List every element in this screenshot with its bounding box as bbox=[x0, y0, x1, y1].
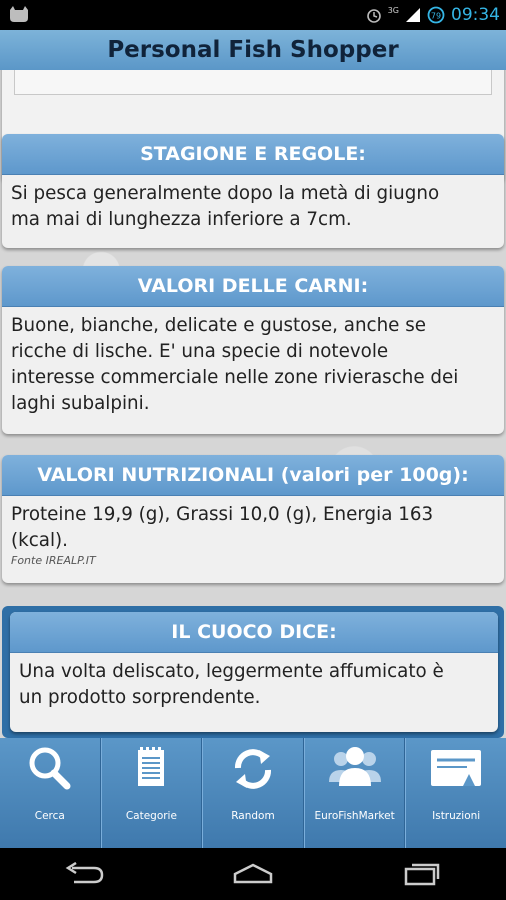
back-icon[interactable] bbox=[62, 862, 106, 886]
section-text-line: interesse commerciale nelle zone riviera… bbox=[11, 367, 459, 388]
section-header: VALORI DELLE CARNI: bbox=[2, 266, 504, 307]
tab-label: Cerca bbox=[34, 810, 65, 822]
tab-eurofishmarket[interactable]: EuroFishMarket bbox=[303, 738, 406, 848]
section-text-line: (kcal). bbox=[11, 530, 68, 551]
section-body: Una volta deliscato, leggermente affumic… bbox=[10, 653, 498, 711]
section-text-line: laghi subalpini. bbox=[11, 393, 150, 414]
search-icon bbox=[29, 747, 71, 790]
tab-label: EuroFishMarket bbox=[314, 810, 395, 822]
tab-label: Random bbox=[231, 810, 275, 822]
bottom-nav-bar: Cerca Categorie Random EuroFishMarket Is… bbox=[0, 738, 506, 848]
tab-label: Categorie bbox=[125, 810, 177, 822]
source-note: Fonte IREALP.IT bbox=[11, 554, 96, 567]
battery-icon: 79 bbox=[427, 6, 445, 24]
section-header: STAGIONE E REGOLE: bbox=[2, 134, 504, 175]
section-chef-says-highlight: IL CUOCO DICE: Una volta deliscato, legg… bbox=[2, 606, 504, 738]
system-nav-bar bbox=[0, 848, 506, 900]
section-chef-says: IL CUOCO DICE: Una volta deliscato, legg… bbox=[10, 612, 498, 732]
section-text-line: ricche di lische. E' una specie di notev… bbox=[11, 341, 389, 362]
users-icon bbox=[328, 747, 381, 786]
refresh-icon bbox=[234, 749, 271, 789]
app-title-bar: Personal Fish Shopper bbox=[0, 30, 506, 71]
section-text-line: un prodotto sorprendente. bbox=[19, 687, 261, 708]
section-header: VALORI NUTRIZIONALI (valori per 100g): bbox=[2, 455, 504, 496]
tab-istruzioni[interactable]: Istruzioni bbox=[405, 738, 506, 848]
section-body: Si pesca generalmente dopo la metà di gi… bbox=[2, 175, 504, 233]
network-type-label: 3G bbox=[387, 5, 399, 15]
notepad-icon bbox=[138, 747, 165, 786]
tab-categorie[interactable]: Categorie bbox=[100, 738, 203, 848]
section-meat-values: VALORI DELLE CARNI: Buone, bianche, deli… bbox=[2, 266, 504, 434]
clock: 09:34 bbox=[451, 5, 500, 25]
section-body: Proteine 19,9 (g), Grassi 10,0 (g), Ener… bbox=[2, 496, 504, 554]
section-text-line: ma mai di lunghezza inferiore a 7cm. bbox=[11, 209, 352, 230]
alarm-icon bbox=[366, 9, 381, 23]
app-title: Personal Fish Shopper bbox=[107, 37, 399, 63]
tab-label: Istruzioni bbox=[432, 810, 481, 822]
section-header: IL CUOCO DICE: bbox=[10, 612, 498, 653]
previous-section-inner-box bbox=[14, 70, 492, 95]
section-text-line: Si pesca generalmente dopo la metà di gi… bbox=[11, 183, 440, 204]
status-bar: 3G 79 09:34 bbox=[0, 0, 506, 30]
signal-icon bbox=[406, 8, 420, 22]
notification-cat-icon bbox=[10, 6, 28, 22]
recent-apps-icon[interactable] bbox=[400, 862, 444, 886]
tab-random[interactable]: Random bbox=[202, 738, 304, 848]
section-text-line: Una volta deliscato, leggermente affumic… bbox=[19, 661, 444, 682]
section-season-rules: STAGIONE E REGOLE: Si pesca generalmente… bbox=[2, 134, 504, 248]
section-text-line: Proteine 19,9 (g), Grassi 10,0 (g), Ener… bbox=[11, 504, 434, 525]
svg-text:79: 79 bbox=[431, 12, 441, 21]
ticket-icon bbox=[431, 750, 482, 786]
content-scroll-area[interactable]: STAGIONE E REGOLE: Si pesca generalmente… bbox=[0, 70, 506, 738]
section-body: Buone, bianche, delicate e gustose, anch… bbox=[2, 307, 504, 417]
section-text-line: Buone, bianche, delicate e gustose, anch… bbox=[11, 315, 427, 336]
home-icon[interactable] bbox=[231, 862, 275, 886]
section-nutrition: VALORI NUTRIZIONALI (valori per 100g): P… bbox=[2, 455, 504, 583]
tab-cerca[interactable]: Cerca bbox=[0, 738, 101, 848]
